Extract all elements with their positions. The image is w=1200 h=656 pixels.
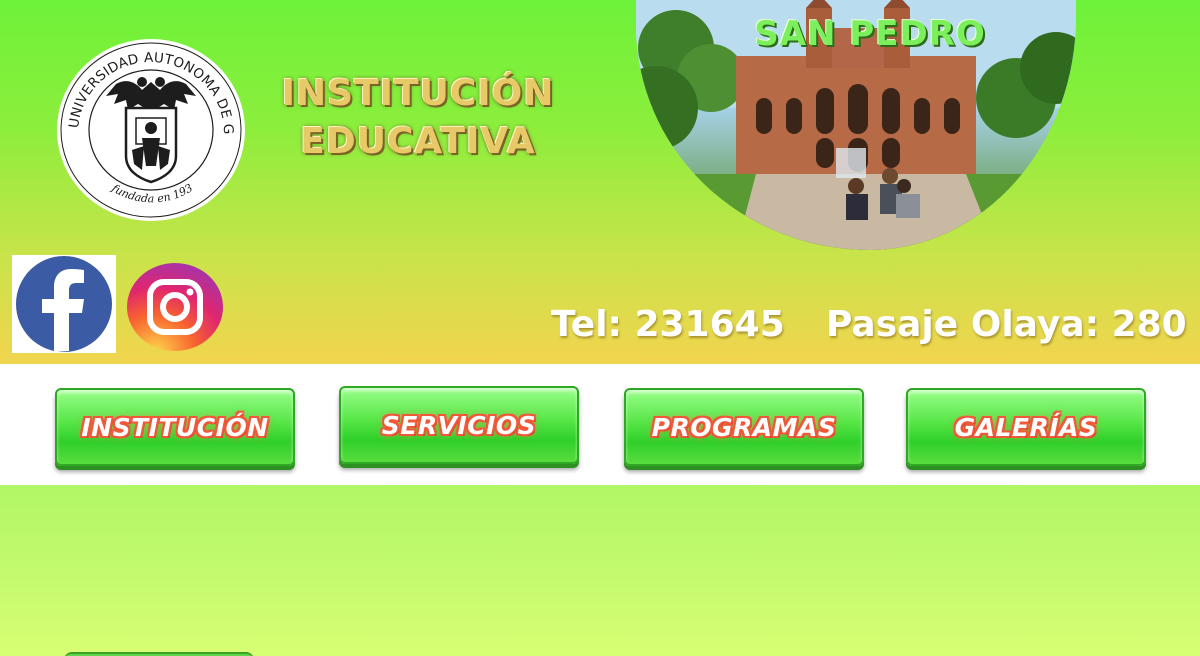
title-line-1: INSTITUCIÓN [281,73,555,114]
university-seal-icon[interactable]: UNIVERSIDAD AUTONOMA DE GUADALAJARA fund… [51,26,246,222]
header: UNIVERSIDAD AUTONOMA DE GUADALAJARA fund… [0,0,1200,364]
nav-button-label: PROGRAMAS [651,412,837,442]
nav-button-label: INSTITUCIÓN [81,412,269,442]
facebook-icon[interactable] [12,255,116,353]
phone-number: Tel: 231645 [551,304,785,345]
partial-panel-edge [64,652,254,656]
main-navigation: INSTITUCIÓN SERVICIOS PROGRAMAS GALERÍAS [0,364,1200,485]
nav-button-label: GALERÍAS [954,412,1098,442]
content-area [0,485,1200,656]
banner-title: SAN PEDRO [754,14,986,54]
instagram-icon[interactable] [126,262,224,352]
nav-button-label: SERVICIOS [381,410,537,440]
nav-button-galerias[interactable]: GALERÍAS [906,388,1146,466]
page-title: INSTITUCIÓN EDUCATIVA [258,70,578,166]
title-line-2: EDUCATIVA [300,121,536,162]
nav-button-programas[interactable]: PROGRAMAS [624,388,864,466]
page: UNIVERSIDAD AUTONOMA DE GUADALAJARA fund… [0,0,1200,656]
address: Pasaje Olaya: 280 [826,304,1187,345]
nav-button-servicios[interactable]: SERVICIOS [339,386,579,464]
nav-button-institucion[interactable]: INSTITUCIÓN [55,388,295,466]
